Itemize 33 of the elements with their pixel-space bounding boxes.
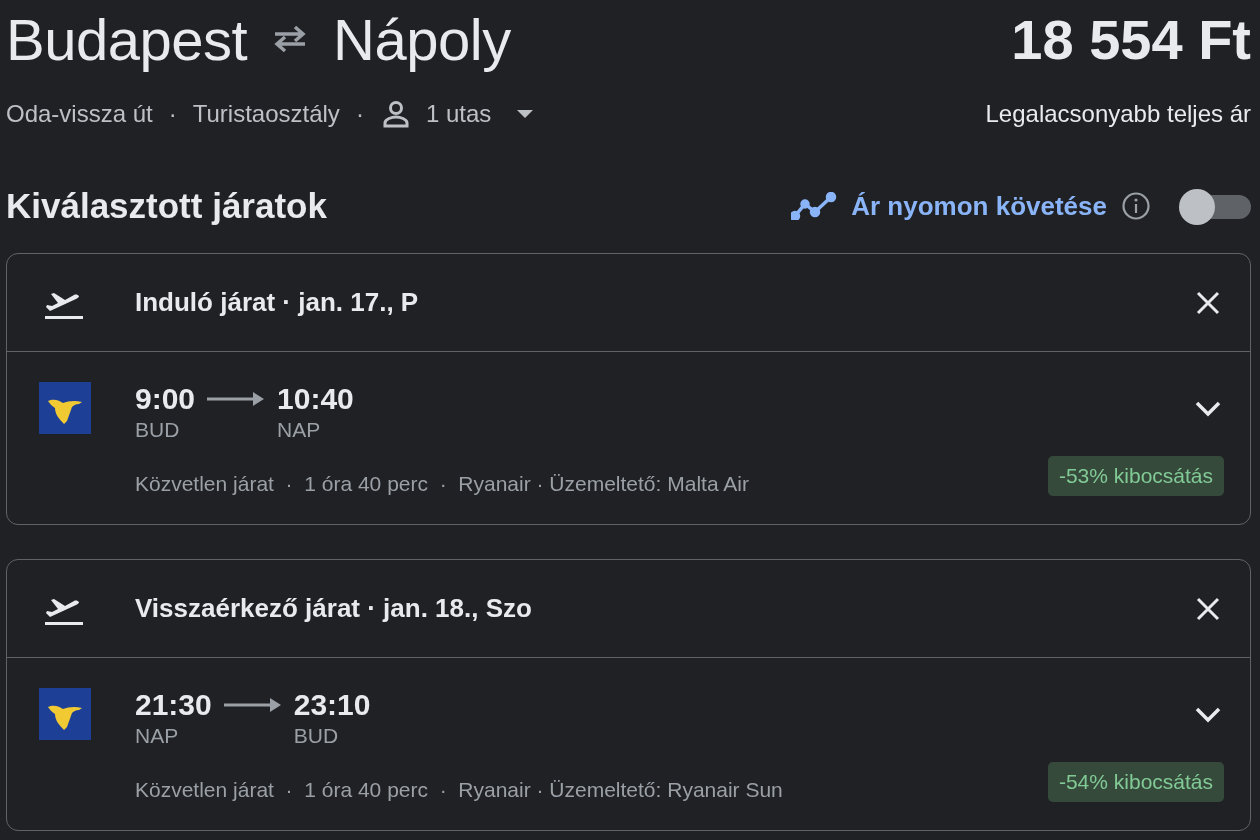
airline-logo-icon xyxy=(39,688,91,740)
departure-time: 9:00 xyxy=(135,382,196,416)
trend-line-icon xyxy=(791,192,838,220)
emissions-badge: -53% kibocsátás xyxy=(1047,456,1224,496)
arrow-icon xyxy=(207,391,266,407)
emissions-badge: -54% kibocsátás xyxy=(1047,762,1224,802)
arrival-time: 10:40 xyxy=(277,382,354,416)
destination-city: Nápoly xyxy=(333,5,511,73)
origin-city: Budapest xyxy=(6,5,248,73)
arrow-icon xyxy=(223,697,282,713)
flight-header: Induló járat · jan. 17., P xyxy=(135,287,420,318)
airport-code: BUD xyxy=(293,724,340,748)
trip-option[interactable]: Oda-vissza út xyxy=(6,100,153,128)
section-title: Kiválasztott járatok xyxy=(6,186,327,226)
arrival-time: 23:10 xyxy=(293,688,371,722)
price-note: Legalacsonyabb teljes ár xyxy=(985,100,1251,128)
flight-details: Közvetlen járat · 1 óra 40 perc · Ryanair · Üzemeltető: Malta Air xyxy=(135,472,750,496)
price-tracking-toggle[interactable] xyxy=(1179,189,1251,223)
flight-details: Közvetlen járat · 1 óra 40 perc · Ryanair · Üzemeltető: Ryanair Sun xyxy=(135,778,784,802)
passenger-selector[interactable]: 1 utas xyxy=(379,98,534,130)
flight-header: Visszaérkező járat · jan. 18., Szo xyxy=(135,593,533,624)
info-icon[interactable] xyxy=(1121,191,1151,221)
airport-code: NAP xyxy=(135,724,180,748)
price-tracking-label: Ár nyomon követése xyxy=(851,190,1107,222)
airline-logo-icon xyxy=(39,382,91,434)
separator-dot: · xyxy=(168,100,177,128)
trip-option[interactable]: Turistaosztály xyxy=(192,100,340,128)
price-total: 18 554 Ft xyxy=(1011,6,1251,72)
airport-code: NAP xyxy=(277,418,322,442)
departure-time: 21:30 xyxy=(135,688,212,722)
caret-icon xyxy=(517,110,534,118)
airport-code: BUD xyxy=(135,418,181,442)
separator-dot: · xyxy=(355,100,364,128)
